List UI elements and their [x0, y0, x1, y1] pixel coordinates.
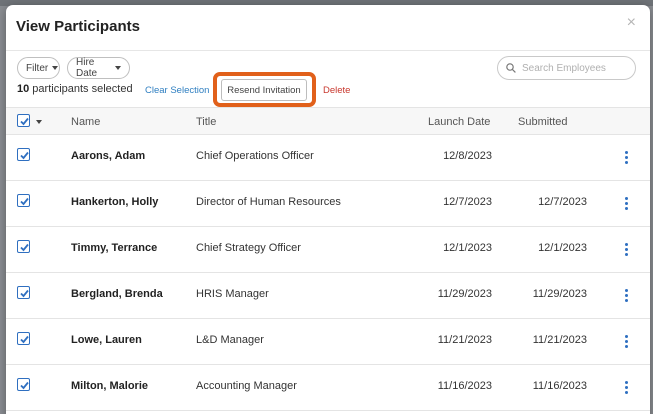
participant-title: Chief Strategy Officer: [196, 242, 301, 254]
participant-name: Bergland, Brenda: [71, 288, 163, 300]
launch-date: 12/1/2023: [443, 242, 492, 254]
row-checkbox[interactable]: [17, 194, 30, 207]
filter-label: Filter: [26, 62, 49, 74]
search-icon: [506, 63, 516, 73]
caret-down-icon: [115, 66, 121, 70]
participants-table-body: Aarons, Adam Chief Operations Officer 12…: [6, 135, 650, 411]
submitted-date: 11/29/2023: [532, 288, 587, 300]
participant-title: Chief Operations Officer: [196, 150, 314, 162]
more-vertical-icon[interactable]: [623, 335, 629, 349]
launch-date: 11/29/2023: [437, 288, 492, 300]
more-vertical-icon[interactable]: [623, 289, 629, 303]
select-all-checkbox[interactable]: [17, 114, 30, 127]
submitted-date: 11/16/2023: [532, 380, 587, 392]
more-vertical-icon[interactable]: [623, 151, 629, 165]
filter-dropdown[interactable]: Filter: [17, 57, 60, 79]
row-checkbox[interactable]: [17, 378, 30, 391]
hire-date-dropdown[interactable]: Hire Date: [67, 57, 130, 79]
participant-name: Lowe, Lauren: [71, 334, 142, 346]
more-vertical-icon[interactable]: [623, 381, 629, 395]
close-icon[interactable]: ×: [627, 15, 636, 31]
participant-title: L&D Manager: [196, 334, 264, 346]
participant-name: Timmy, Terrance: [71, 242, 158, 254]
search-input[interactable]: [522, 62, 627, 74]
launch-date: 11/21/2023: [437, 334, 492, 346]
resend-invitation-button[interactable]: Resend Invitation: [221, 79, 307, 101]
participant-name: Hankerton, Holly: [71, 196, 159, 208]
table-row: Hankerton, Holly Director of Human Resou…: [6, 181, 650, 227]
check-icon: [20, 197, 29, 206]
submitted-date: 12/7/2023: [538, 196, 587, 208]
check-icon: [20, 335, 29, 344]
modal-title: View Participants: [16, 18, 140, 35]
clear-selection-link[interactable]: Clear Selection: [145, 85, 209, 96]
check-icon: [20, 151, 29, 160]
row-checkbox[interactable]: [17, 240, 30, 253]
table-row: Timmy, Terrance Chief Strategy Officer 1…: [6, 227, 650, 273]
modal-header: View Participants ×: [6, 5, 650, 51]
selected-suffix: participants selected: [29, 83, 133, 95]
view-participants-modal: View Participants × Filter Hire Date 10 …: [6, 5, 650, 414]
table-row: Lowe, Lauren L&D Manager 11/21/2023 11/2…: [6, 319, 650, 365]
column-header-launch-date[interactable]: Launch Date: [428, 116, 490, 128]
search-box: [497, 56, 636, 80]
column-header-title[interactable]: Title: [196, 116, 216, 128]
selection-summary: 10 participants selected: [17, 83, 133, 95]
column-header-submitted[interactable]: Submitted: [518, 116, 568, 128]
participant-title: HRIS Manager: [196, 288, 269, 300]
launch-date: 11/16/2023: [437, 380, 492, 392]
participant-name: Milton, Malorie: [71, 380, 148, 392]
hire-date-label: Hire Date: [76, 57, 98, 79]
table-row: Bergland, Brenda HRIS Manager 11/29/2023…: [6, 273, 650, 319]
check-icon: [20, 381, 29, 390]
launch-date: 12/8/2023: [443, 150, 492, 162]
select-options-caret-icon[interactable]: [36, 120, 42, 124]
row-checkbox[interactable]: [17, 332, 30, 345]
check-icon: [20, 243, 29, 252]
participant-name: Aarons, Adam: [71, 150, 146, 162]
table-header: Name Title Launch Date Submitted: [6, 107, 650, 135]
more-vertical-icon[interactable]: [623, 197, 629, 211]
submitted-date: 12/1/2023: [538, 242, 587, 254]
check-icon: [20, 289, 29, 298]
row-checkbox[interactable]: [17, 286, 30, 299]
participant-title: Accounting Manager: [196, 380, 297, 392]
launch-date: 12/7/2023: [443, 196, 492, 208]
submitted-date: 11/21/2023: [532, 334, 587, 346]
table-row: Aarons, Adam Chief Operations Officer 12…: [6, 135, 650, 181]
table-row: Milton, Malorie Accounting Manager 11/16…: [6, 365, 650, 411]
more-vertical-icon[interactable]: [623, 243, 629, 257]
delete-link[interactable]: Delete: [323, 85, 350, 96]
caret-down-icon: [52, 66, 59, 70]
participant-title: Director of Human Resources: [196, 196, 341, 208]
column-header-name[interactable]: Name: [71, 116, 100, 128]
check-icon: [20, 117, 29, 126]
row-checkbox[interactable]: [17, 148, 30, 161]
selected-count: 10: [17, 83, 30, 95]
